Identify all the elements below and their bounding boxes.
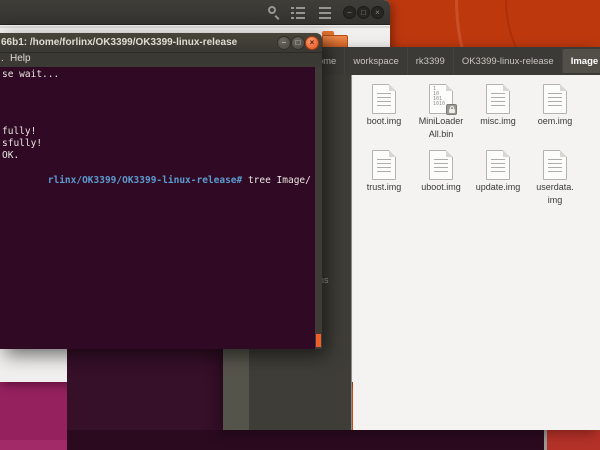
wallpaper-purple-strip [67,430,547,450]
file-update-img[interactable]: update.img [471,150,525,195]
menu-icon[interactable] [318,5,333,20]
minimize-button[interactable]: − [277,36,291,50]
document-icon [372,150,396,180]
terminal-title: 66b1: /home/forlinx/OK3399/OK3399-linux-… [1,37,237,48]
terminal-output-line: se wait... [2,69,59,81]
terminal-window: 66b1: /home/forlinx/OK3399/OK3399-linux-… [0,33,322,349]
document-icon [372,84,396,114]
minimize-button[interactable]: − [343,6,356,19]
wallpaper-magenta-band [0,440,67,450]
file-miniloaderall-bin[interactable]: 1 10 101 1010 MiniLoader All.bin [414,84,468,140]
close-button[interactable]: × [305,36,319,50]
binary-locked-icon: 1 10 101 1010 [429,84,453,114]
file-trust-img[interactable]: trust.img [357,150,411,195]
desktop: − □ × Home workspace rk3399 OK3399-linux… [0,0,600,450]
breadcrumb-rk3399[interactable]: rk3399 [408,47,454,75]
document-icon [543,84,567,114]
document-icon [486,84,510,114]
file-userdata-img[interactable]: userdata. img [528,150,582,206]
document-icon [543,150,567,180]
terminal-output-line: OK. [2,150,19,162]
file-grid[interactable]: boot.img 1 10 101 1010 MiniLoader All.bi… [353,75,600,430]
terminal-menubar: . Help [0,53,322,67]
terminal-prompt-line: rlinx/OK3399/OK3399-linux-release# tree … [2,163,311,199]
file-uboot-img[interactable]: uboot.img [414,150,468,195]
terminal-screen[interactable]: se wait... fully! sfully! OK. rlinx/OK33… [0,67,322,349]
breadcrumb-workspace[interactable]: workspace [345,47,407,75]
background-window-headerbar: − □ × [0,0,390,25]
terminal-output-line: fully! [2,126,36,138]
terminal-prompt-line: linx/OK3399/OK3399-linux-release# [2,337,237,349]
list-view-icon[interactable] [291,5,306,20]
maximize-button[interactable]: □ [357,6,370,19]
terminal-titlebar[interactable]: 66b1: /home/forlinx/OK3399/OK3399-linux-… [0,33,322,53]
wallpaper-red-block [544,430,600,450]
close-button[interactable]: × [371,6,384,19]
maximize-button[interactable]: □ [291,36,305,50]
document-icon [429,150,453,180]
shell-command: tree Image/ [242,175,311,186]
document-icon [486,150,510,180]
search-icon[interactable] [266,5,281,20]
file-boot-img[interactable]: boot.img [357,84,411,129]
file-oem-img[interactable]: oem.img [528,84,582,129]
terminal-output-line: sfully! [2,138,42,150]
terminal-scrollbar[interactable] [315,67,322,349]
lock-icon [446,104,457,115]
breadcrumb-image-active[interactable]: Image [563,49,600,73]
menu-item-fragment: . [1,53,4,64]
shell-prompt: rlinx/OK3399/OK3399-linux-release# [48,175,242,186]
background-terminal-window[interactable] [67,347,223,430]
file-misc-img[interactable]: misc.img [471,84,525,129]
scrollbar-thumb[interactable] [316,334,321,347]
breadcrumb-ok3399-linux-release[interactable]: OK3399-linux-release [454,47,563,75]
menu-item-help[interactable]: Help [10,53,31,64]
